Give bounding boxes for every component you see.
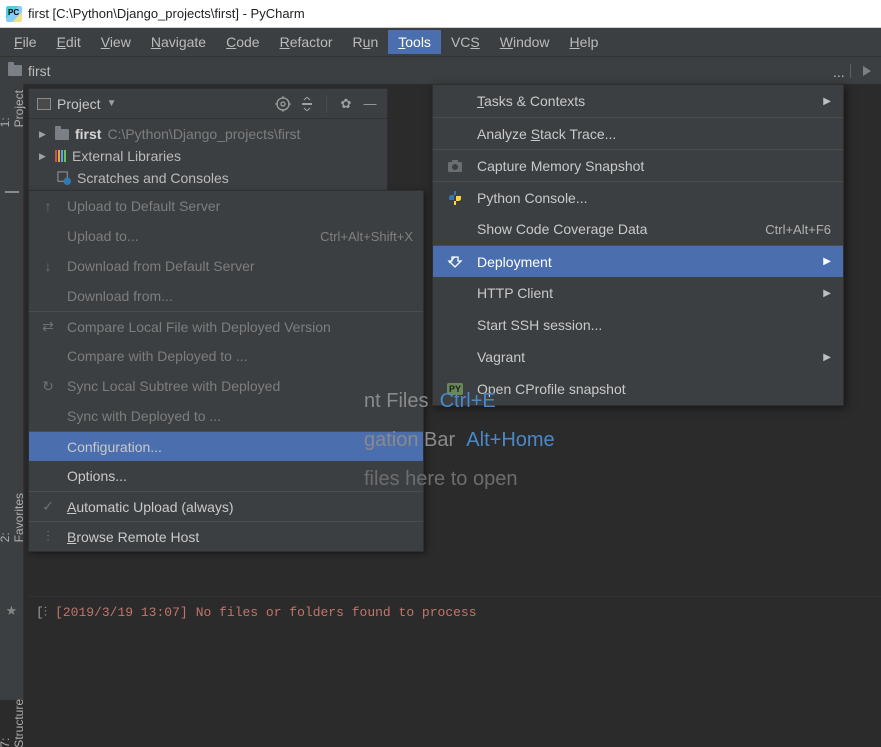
window-title: first [C:\Python\Django_projects\first] … — [28, 6, 305, 21]
tree-item-external-libs[interactable]: ▶ External Libraries — [35, 145, 381, 167]
divider — [326, 95, 327, 113]
menu-tools[interactable]: Tools — [388, 30, 441, 54]
star-icon: ★ — [6, 603, 18, 619]
folder-icon — [8, 65, 22, 76]
titlebar: first [C:\Python\Django_projects\first] … — [0, 0, 881, 28]
scratches-icon — [57, 171, 71, 185]
rail-favorites[interactable]: 2: Favorites — [0, 493, 26, 542]
submenu-browse-remote[interactable]: ⫶ Browse Remote Host — [29, 521, 423, 551]
rail-project[interactable]: 1: Project — [0, 90, 26, 127]
minimize-icon[interactable]: — — [361, 95, 379, 113]
folder-icon — [55, 129, 69, 140]
upload-icon: ↑ — [39, 198, 57, 214]
submenu-download-from: Download from... — [29, 281, 423, 311]
breadcrumb-bar: first ... — [0, 56, 881, 84]
menu-edit[interactable]: Edit — [47, 30, 91, 54]
tree-item-scratches[interactable]: Scratches and Consoles — [35, 167, 381, 189]
tree-root-path: C:\Python\Django_projects\first — [107, 126, 300, 142]
console-left-icon[interactable]: [⫶ — [36, 605, 47, 620]
submenu-compare-deployed: Compare with Deployed to ... — [29, 341, 423, 371]
sync-icon: ↻ — [39, 378, 57, 395]
submenu-download-default: ↓ Download from Default Server — [29, 251, 423, 281]
menu-view[interactable]: View — [91, 30, 141, 54]
rail-box-icon[interactable] — [5, 191, 19, 193]
panel-title[interactable]: Project — [57, 96, 101, 112]
browse-icon: ⫶ — [39, 528, 57, 545]
tools-capture-memory[interactable]: Capture Memory Snapshot — [433, 149, 843, 181]
console-timestamp: [2019/3/19 13:07] — [55, 605, 188, 620]
breadcrumb-end: ... — [833, 64, 851, 78]
tools-code-coverage[interactable]: Show Code Coverage Data Ctrl+Alt+F6 — [433, 213, 843, 245]
gear-icon[interactable]: ✿ — [337, 95, 355, 113]
menu-window[interactable]: Window — [490, 30, 560, 54]
tree-root-name: first — [75, 126, 101, 142]
tools-python-console[interactable]: Python Console... — [433, 181, 843, 213]
caret-right-icon[interactable]: ▶ — [39, 129, 49, 140]
tree-item-root[interactable]: ▶ first C:\Python\Django_projects\first — [35, 123, 381, 145]
submenu-arrow-icon: ▶ — [823, 256, 831, 267]
panel-window-icon[interactable] — [37, 98, 51, 110]
project-tree: ▶ first C:\Python\Django_projects\first … — [29, 119, 387, 193]
submenu-arrow-icon: ▶ — [823, 288, 831, 299]
editor-ghost-hints: nt Files Ctrl+E gation Bar Alt+Home file… — [364, 390, 555, 507]
project-panel-header: Project ▼ ✿ — — [29, 89, 387, 119]
library-icon — [55, 150, 66, 162]
snapshot-icon — [445, 159, 465, 173]
submenu-compare-local: ⇄ Compare Local File with Deployed Versi… — [29, 311, 423, 341]
tools-start-ssh[interactable]: Start SSH session... — [433, 309, 843, 341]
pycharm-icon — [6, 6, 22, 22]
tools-tasks-contexts[interactable]: Tasks & Contexts ▶ — [433, 85, 843, 117]
submenu-arrow-icon: ▶ — [823, 96, 831, 107]
play-icon[interactable] — [863, 66, 873, 76]
collapse-icon[interactable] — [298, 95, 316, 113]
menu-run[interactable]: Run — [343, 30, 389, 54]
submenu-upload-to: Upload to... Ctrl+Alt+Shift+X — [29, 221, 423, 251]
tree-ext-label: External Libraries — [72, 148, 181, 164]
tools-vagrant[interactable]: Vagrant ▶ — [433, 341, 843, 373]
python-icon — [445, 190, 465, 206]
menu-vcs[interactable]: VCS — [441, 30, 490, 54]
check-icon: ✓ — [39, 498, 57, 515]
menubar: File Edit View Navigate Code Refactor Ru… — [0, 28, 881, 56]
submenu-arrow-icon: ▶ — [823, 352, 831, 363]
menu-file[interactable]: File — [4, 30, 47, 54]
submenu-upload-default: ↑ Upload to Default Server — [29, 191, 423, 221]
menu-help[interactable]: Help — [560, 30, 609, 54]
deploy-icon — [445, 255, 465, 269]
console-message: No files or folders found to process — [196, 605, 477, 620]
tools-deployment[interactable]: Deployment ▶ — [433, 245, 843, 277]
menu-refactor[interactable]: Refactor — [270, 30, 343, 54]
project-panel: Project ▼ ✿ — ▶ first C:\Python\Django_p… — [28, 88, 388, 194]
menu-navigate[interactable]: Navigate — [141, 30, 216, 54]
target-icon[interactable] — [274, 95, 292, 113]
tools-menu: Tasks & Contexts ▶ Analyze Stack Trace..… — [432, 84, 844, 406]
chevron-down-icon[interactable]: ▼ — [107, 98, 117, 109]
breadcrumb-root[interactable]: first — [28, 63, 51, 79]
tool-window-rail: 1: Project 2: Favorites ★ 7: Structure — [0, 84, 24, 700]
download-icon: ↓ — [39, 258, 57, 274]
tree-scratch-label: Scratches and Consoles — [77, 170, 229, 186]
compare-icon: ⇄ — [39, 318, 57, 335]
menu-code[interactable]: Code — [216, 30, 269, 54]
console-output: [⫶ [2019/3/19 13:07] No files or folders… — [28, 596, 881, 628]
tools-analyze-stack[interactable]: Analyze Stack Trace... — [433, 117, 843, 149]
caret-right-icon[interactable]: ▶ — [39, 151, 49, 162]
tools-http-client[interactable]: HTTP Client ▶ — [433, 277, 843, 309]
rail-structure[interactable]: 7: Structure — [0, 699, 26, 747]
